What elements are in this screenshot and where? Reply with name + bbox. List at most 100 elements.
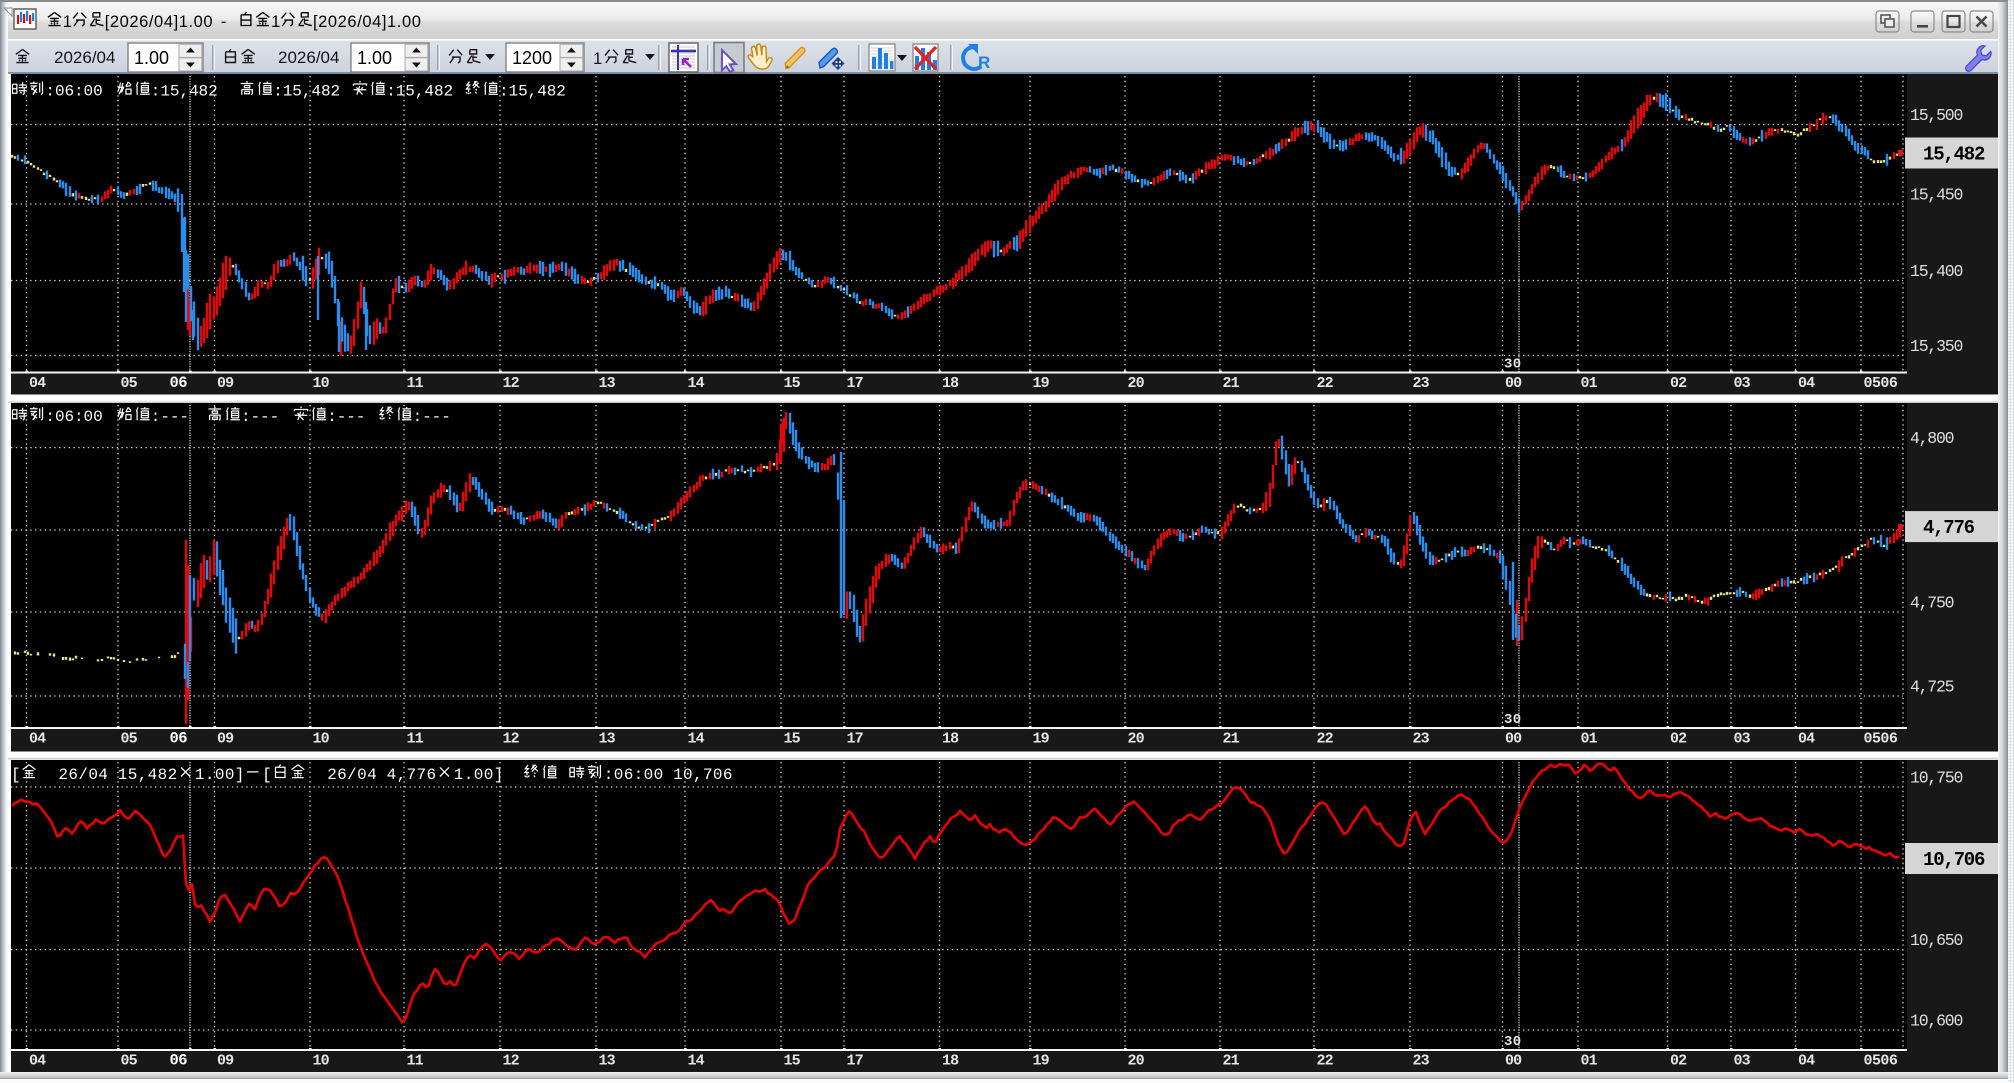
svg-text:13: 13 [599,375,616,392]
svg-text:01: 01 [1581,375,1598,392]
svg-text:09: 09 [217,731,234,748]
svg-text:15,482: 15,482 [1923,144,1985,166]
svg-text::15,482: :15,482 [151,83,218,101]
svg-text:0506: 0506 [1864,731,1898,748]
svg-text:17: 17 [847,731,864,748]
svg-text:30: 30 [1504,357,1521,373]
svg-text:15: 15 [784,1053,801,1070]
svg-text:00: 00 [1505,375,1522,392]
svg-text:0506: 0506 [1864,375,1898,392]
svg-text::---: :--- [327,408,365,426]
svg-text:14: 14 [688,1053,705,1070]
svg-text:22: 22 [1317,375,1334,392]
svg-text:1: 1 [271,13,280,31]
svg-text:18: 18 [942,1053,959,1070]
svg-text:03: 03 [1734,375,1751,392]
svg-text:12: 12 [503,1053,520,1070]
svg-text:4,750: 4,750 [1910,594,1955,613]
svg-text:15,450: 15,450 [1910,186,1963,205]
svg-text:10,650: 10,650 [1910,931,1963,950]
svg-text:14: 14 [688,375,705,392]
svg-text:[: [ [262,766,272,784]
svg-text:05: 05 [121,1053,138,1070]
svg-text:04: 04 [29,375,46,392]
svg-text:10: 10 [313,1053,330,1070]
svg-text::06:00: :06:00 [45,83,102,101]
svg-text::---: :--- [413,408,451,426]
svg-text:10,600: 10,600 [1910,1012,1963,1031]
svg-text:03: 03 [1734,731,1751,748]
svg-text:26/04: 26/04 [327,766,377,784]
svg-text:04: 04 [1798,731,1815,748]
svg-text:00: 00 [1505,1053,1522,1070]
svg-text:21: 21 [1223,375,1240,392]
svg-text:[: [ [11,766,21,784]
svg-text:04: 04 [29,731,46,748]
svg-text::06:00: :06:00 [604,766,663,784]
svg-text:23: 23 [1413,731,1430,748]
svg-text:22: 22 [1317,1053,1334,1070]
svg-text:01: 01 [1581,1053,1598,1070]
svg-text:22: 22 [1317,731,1334,748]
svg-text:05: 05 [121,731,138,748]
svg-text:18: 18 [942,375,959,392]
svg-text:11: 11 [407,731,424,748]
svg-text:14: 14 [688,731,705,748]
svg-text:20: 20 [1128,375,1145,392]
svg-text:10,706: 10,706 [673,766,732,784]
svg-text:12: 12 [503,375,520,392]
svg-text:4,725: 4,725 [1910,678,1955,697]
svg-text:12: 12 [503,731,520,748]
svg-text:19: 19 [1033,1053,1050,1070]
svg-text:04: 04 [1798,375,1815,392]
svg-text:04: 04 [29,1053,46,1070]
svg-text:R: R [978,53,990,72]
svg-text::---: :--- [241,408,279,426]
svg-text:23: 23 [1413,375,1430,392]
svg-text:15,350: 15,350 [1910,337,1963,356]
svg-text:00: 00 [1505,731,1522,748]
svg-text:17: 17 [847,375,864,392]
svg-text:[2026/04]1.00: [2026/04]1.00 [105,13,213,31]
svg-text:05: 05 [121,375,138,392]
svg-text::06:00: :06:00 [45,408,102,426]
svg-text:1.00]: 1.00] [454,766,504,784]
svg-text:15: 15 [784,375,801,392]
svg-text:4,776: 4,776 [1923,517,1975,539]
svg-text:15,400: 15,400 [1910,262,1963,281]
svg-text:02: 02 [1670,731,1687,748]
svg-text:2026/04: 2026/04 [54,48,115,67]
svg-text:0506: 0506 [1864,1053,1898,1070]
svg-text:03: 03 [1734,1053,1751,1070]
svg-text:18: 18 [942,731,959,748]
svg-text:1: 1 [593,50,602,68]
svg-text:30: 30 [1504,712,1521,728]
svg-text:30: 30 [1504,1034,1521,1050]
svg-text:06: 06 [170,1052,188,1070]
svg-text:17: 17 [847,1053,864,1070]
svg-text:23: 23 [1413,1053,1430,1070]
svg-text::15,482: :15,482 [386,83,453,101]
svg-text:15,500: 15,500 [1910,106,1963,125]
svg-text:1200: 1200 [512,48,552,68]
svg-text:1: 1 [63,13,72,31]
svg-text:19: 19 [1033,731,1050,748]
svg-text::15,482: :15,482 [499,83,566,101]
svg-text:-: - [221,13,227,31]
svg-text:01: 01 [1581,731,1598,748]
svg-text::---: :--- [151,408,189,426]
svg-text:19: 19 [1033,375,1050,392]
svg-text:1.00: 1.00 [134,48,169,68]
svg-text:10,706: 10,706 [1923,849,1985,871]
svg-text:4,776: 4,776 [387,766,437,784]
svg-text:10,750: 10,750 [1910,769,1963,788]
svg-text:10: 10 [313,375,330,392]
svg-text:4,800: 4,800 [1910,429,1955,448]
svg-text:21: 21 [1223,1053,1240,1070]
svg-text:09: 09 [217,1053,234,1070]
svg-text:06: 06 [170,730,188,748]
svg-text:02: 02 [1670,375,1687,392]
svg-text:11: 11 [407,1053,424,1070]
svg-text:02: 02 [1670,1053,1687,1070]
svg-text:11: 11 [407,375,424,392]
